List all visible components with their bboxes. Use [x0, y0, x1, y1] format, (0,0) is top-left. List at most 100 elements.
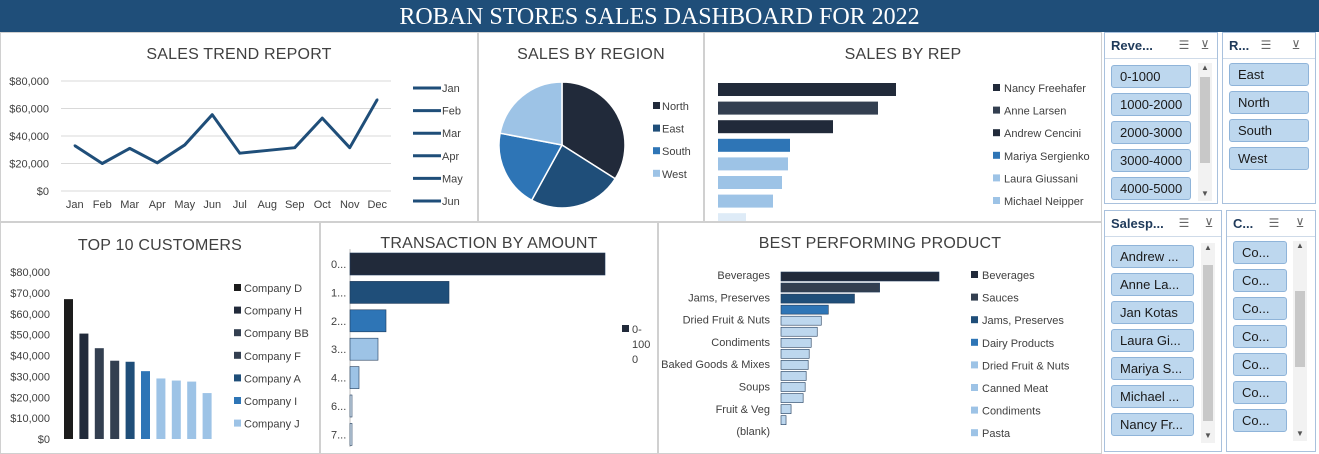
salesperson-slicer-item[interactable]: Jan Kotas	[1111, 301, 1194, 324]
region-slicer-item[interactable]: North	[1229, 91, 1309, 114]
clear-filter-icon[interactable]: ⊻	[1196, 37, 1214, 53]
clear-filter-icon[interactable]: ⊻	[1200, 215, 1218, 231]
multi-select-icon[interactable]: ☰	[1175, 37, 1193, 53]
y-tick-label: $0	[37, 186, 49, 198]
x-tick-label: Nov	[340, 199, 360, 211]
salesperson-slicer[interactable]: Salesp... ☰ ⊻ Andrew ... Anne La... Jan …	[1104, 210, 1222, 452]
revenue-slicer-item[interactable]: 2000-3000	[1111, 121, 1191, 144]
scroll-up-icon[interactable]: ▲	[1201, 243, 1215, 252]
legend-label: Condiments	[982, 406, 1041, 418]
rep-bar	[718, 101, 878, 115]
salesperson-slicer-item[interactable]: Michael ...	[1111, 385, 1194, 408]
salesperson-slicer-scrollbar[interactable]: ▲ ▼	[1201, 243, 1215, 443]
x-tick-label: Oct	[314, 199, 331, 211]
y-tick-label: $60,000	[9, 104, 49, 116]
legend-swatch	[653, 102, 660, 109]
legend-label: Sauces	[982, 293, 1019, 305]
revenue-slicer-scrollbar[interactable]: ▲ ▼	[1198, 63, 1212, 201]
legend-swatch	[234, 284, 241, 291]
y-tick-label: $20,000	[9, 159, 49, 171]
category-label: 3...	[331, 344, 346, 356]
legend-label: Mariya Sergienko	[1004, 151, 1090, 163]
top-customers-chart: $0 $10,000 $20,000 $30,000 $40,000 $50,000 $60…	[10, 267, 309, 446]
x-tick-label: Dec	[367, 199, 387, 211]
transaction-bar	[349, 337, 379, 361]
legend-swatch	[971, 293, 978, 301]
region-slicer-item[interactable]: East	[1229, 63, 1309, 86]
product-bar	[780, 304, 829, 315]
clear-filter-icon[interactable]: ⊻	[1291, 215, 1309, 231]
salesperson-slicer-item[interactable]: Mariya S...	[1111, 357, 1194, 380]
legend-swatch	[971, 429, 978, 437]
x-tick-label: May	[174, 199, 195, 211]
customer-bar	[171, 380, 181, 439]
pie-slice	[499, 81, 563, 146]
revenue-slicer-item[interactable]: 4000-5000	[1111, 177, 1191, 200]
salesperson-slicer-item[interactable]: Anne La...	[1111, 273, 1194, 296]
sales-trend-line	[73, 98, 379, 165]
customer-bar	[64, 299, 73, 439]
legend-swatch	[971, 361, 978, 369]
multi-select-icon[interactable]: ☰	[1175, 215, 1193, 231]
salesperson-slicer-item[interactable]: Andrew ...	[1111, 245, 1194, 268]
legend-swatch	[993, 129, 1000, 137]
salesperson-slicer-item[interactable]: Nancy Fr...	[1111, 413, 1194, 436]
scroll-up-icon[interactable]: ▲	[1293, 241, 1307, 250]
revenue-slicer-item[interactable]: 0-1000	[1111, 65, 1191, 88]
legend-label: Dairy Products	[982, 338, 1055, 350]
revenue-slicer[interactable]: Reve... ☰ ⊻ 0-1000 1000-2000 2000-3000 3…	[1104, 32, 1218, 204]
region-slicer[interactable]: R... ☰ ⊻ East North South West	[1222, 32, 1316, 204]
scroll-up-icon[interactable]: ▲	[1198, 63, 1212, 72]
category-label: Fruit & Veg	[716, 404, 770, 416]
customer-slicer-scrollbar[interactable]: ▲ ▼	[1293, 241, 1307, 441]
customer-slicer-item[interactable]: Co...	[1233, 325, 1287, 348]
y-tick-label: $80,000	[9, 76, 49, 88]
product-bar	[780, 349, 810, 359]
customer-slicer-item[interactable]: Co...	[1233, 409, 1287, 432]
legend-swatch	[653, 147, 660, 155]
scrollbar-thumb[interactable]	[1200, 77, 1210, 163]
scroll-down-icon[interactable]: ▼	[1293, 429, 1307, 438]
legend-swatch	[993, 106, 1000, 114]
customer-slicer-item[interactable]: Co...	[1233, 353, 1287, 376]
y-tick-label: $50,000	[10, 330, 50, 342]
best-product-chart: Beverages Jams, Preserves Dried Fruit & Nu…	[661, 270, 1070, 440]
region-slicer-title: R...	[1229, 38, 1250, 53]
legend-label: Jan	[442, 83, 460, 95]
customer-slicer-item[interactable]: Co...	[1233, 297, 1287, 320]
revenue-slicer-item[interactable]: 3000-4000	[1111, 149, 1191, 172]
multi-select-icon[interactable]: ☰	[1257, 37, 1275, 53]
customer-slicer-item[interactable]: Co...	[1233, 269, 1287, 292]
data-point	[128, 147, 131, 150]
legend-swatch	[234, 374, 241, 382]
category-label: 2...	[331, 316, 346, 328]
legend-label: East	[662, 124, 684, 136]
x-tick-label: Jun	[203, 199, 221, 211]
clear-filter-icon[interactable]: ⊻	[1287, 37, 1305, 53]
region-slicer-item[interactable]: West	[1229, 147, 1309, 170]
scroll-down-icon[interactable]: ▼	[1198, 189, 1212, 198]
transaction-bar	[349, 309, 387, 333]
scroll-down-icon[interactable]: ▼	[1201, 431, 1215, 440]
legend-swatch	[234, 351, 241, 359]
customer-slicer[interactable]: C... ☰ ⊻ Co... Co... Co... Co... Co... C…	[1226, 210, 1316, 452]
region-slicer-item[interactable]: South	[1229, 119, 1309, 142]
rep-bar	[718, 120, 833, 134]
legend-label: Dried Fruit & Nuts	[982, 360, 1070, 372]
data-point	[101, 162, 104, 165]
scrollbar-thumb[interactable]	[1203, 265, 1213, 421]
customer-slicer-item[interactable]: Co...	[1233, 241, 1287, 264]
x-tick-label: Sep	[285, 199, 305, 211]
data-point	[293, 146, 296, 149]
rep-bar	[718, 213, 746, 221]
salesperson-slicer-item[interactable]: Laura Gi...	[1111, 329, 1194, 352]
multi-select-icon[interactable]: ☰	[1265, 215, 1283, 231]
legend-label: Andrew Cencini	[1004, 128, 1081, 140]
legend-label: North	[662, 101, 689, 113]
revenue-slicer-item[interactable]: 1000-2000	[1111, 93, 1191, 116]
customer-slicer-item[interactable]: Co...	[1233, 381, 1287, 404]
scrollbar-thumb[interactable]	[1295, 291, 1305, 367]
category-label: Baked Goods & Mixes	[661, 359, 770, 371]
legend-label: Company D	[244, 283, 302, 295]
legend-swatch	[993, 174, 1000, 182]
